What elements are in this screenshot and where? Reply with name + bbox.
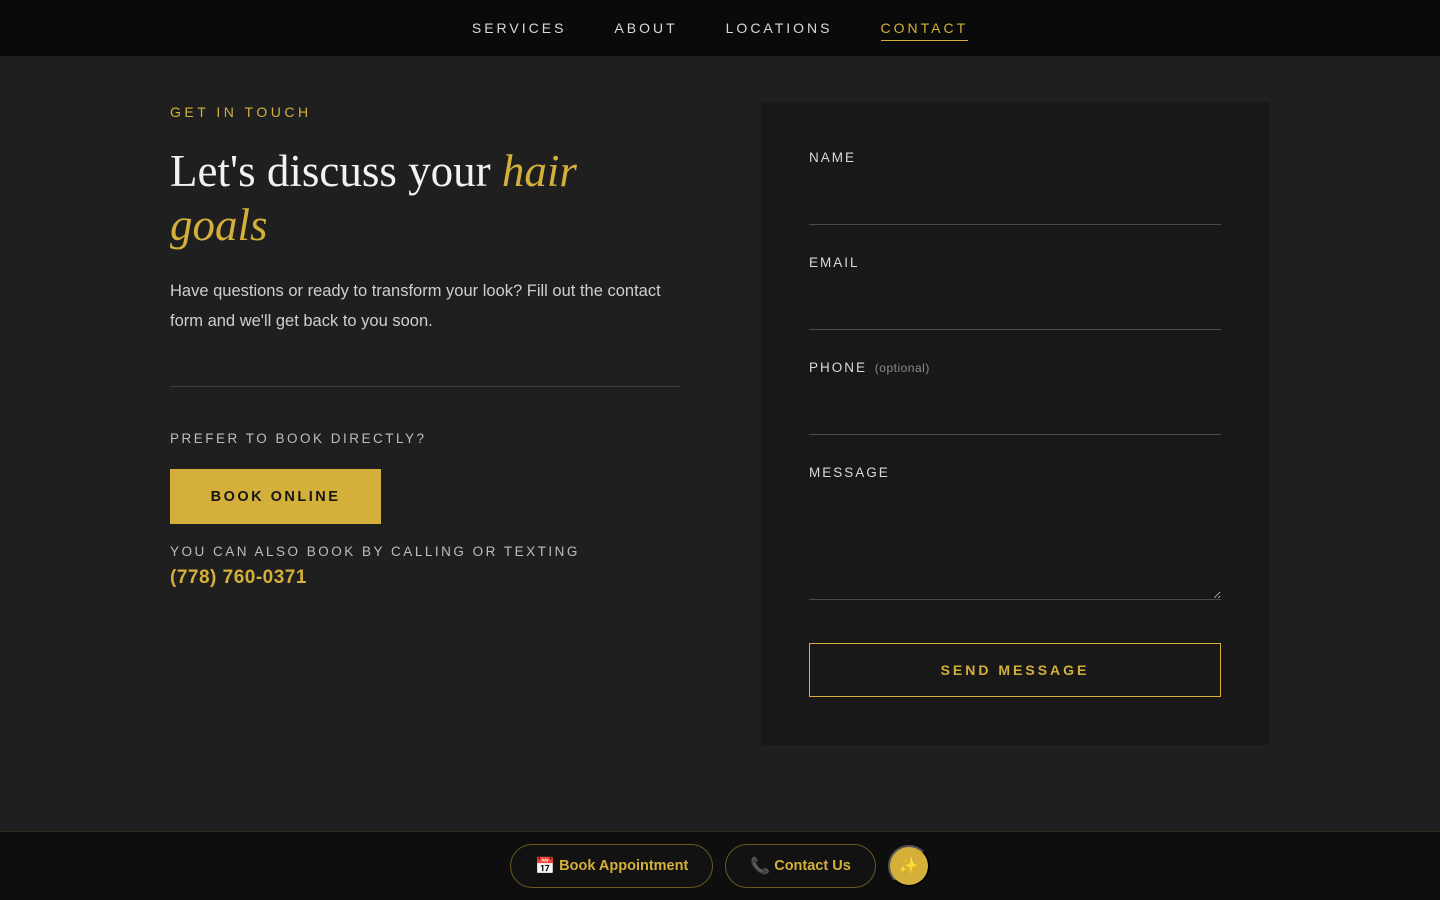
contact-us-button[interactable]: 📞 Contact Us <box>725 844 876 888</box>
divider <box>170 386 680 387</box>
bottom-action-bar: 📅 Book Appointment 📞 Contact Us ✨ <box>0 831 1440 900</box>
book-appointment-button[interactable]: 📅 Book Appointment <box>510 844 714 888</box>
message-field-group: MESSAGE <box>809 465 1221 600</box>
phone-icon: 📞 <box>750 858 771 875</box>
calendar-icon: 📅 <box>535 858 556 875</box>
nav-about[interactable]: ABOUT <box>614 20 677 41</box>
intro-text: Have questions or ready to transform you… <box>170 282 661 330</box>
also-book-label: YOU CAN ALSO BOOK BY CALLING OR TEXTING <box>170 544 580 559</box>
name-label: NAME <box>809 150 857 165</box>
prefer-label: PREFER TO BOOK DIRECTLY? <box>170 431 427 446</box>
sparkle-icon: ✨ <box>898 858 919 875</box>
message-textarea[interactable] <box>809 494 1221 600</box>
book-online-button[interactable]: BOOK ONLINE <box>170 469 381 524</box>
section-eyebrow: GET IN TOUCH <box>170 104 312 120</box>
phone-label-wrap: PHONE (optional) <box>809 360 1221 375</box>
phone-field-group: PHONE (optional) <box>809 360 1221 435</box>
top-nav: SERVICES ABOUT LOCATIONS CONTACT <box>0 0 1440 56</box>
sparkle-button[interactable]: ✨ <box>887 845 930 887</box>
phone-link[interactable]: (778) 760-0371 <box>170 567 680 589</box>
headline-main: Let's discuss your <box>170 146 502 196</box>
contact-form: NAME EMAIL PHONE (optional) MESSAGE SEND… <box>761 102 1269 745</box>
nav-locations[interactable]: LOCATIONS <box>726 20 833 41</box>
page-title: Let's discuss your hair goals <box>170 144 680 252</box>
email-field-group: EMAIL <box>809 255 1221 330</box>
message-label: MESSAGE <box>809 465 890 480</box>
phone-label: PHONE <box>809 360 868 375</box>
send-message-button[interactable]: SEND MESSAGE <box>809 643 1221 697</box>
book-appointment-label: Book Appointment <box>559 858 689 874</box>
phone-optional-hint: (optional) <box>874 361 930 375</box>
contact-intro: GET IN TOUCH Let's discuss your hair goa… <box>170 100 680 589</box>
email-label: EMAIL <box>809 255 860 270</box>
email-input[interactable] <box>809 286 1221 330</box>
phone-input[interactable] <box>809 391 1221 435</box>
contact-us-label: Contact Us <box>774 858 851 874</box>
name-field-group: NAME <box>809 150 1221 225</box>
nav-contact[interactable]: CONTACT <box>880 20 969 41</box>
name-input[interactable] <box>809 181 1221 225</box>
nav-services[interactable]: SERVICES <box>472 20 567 41</box>
